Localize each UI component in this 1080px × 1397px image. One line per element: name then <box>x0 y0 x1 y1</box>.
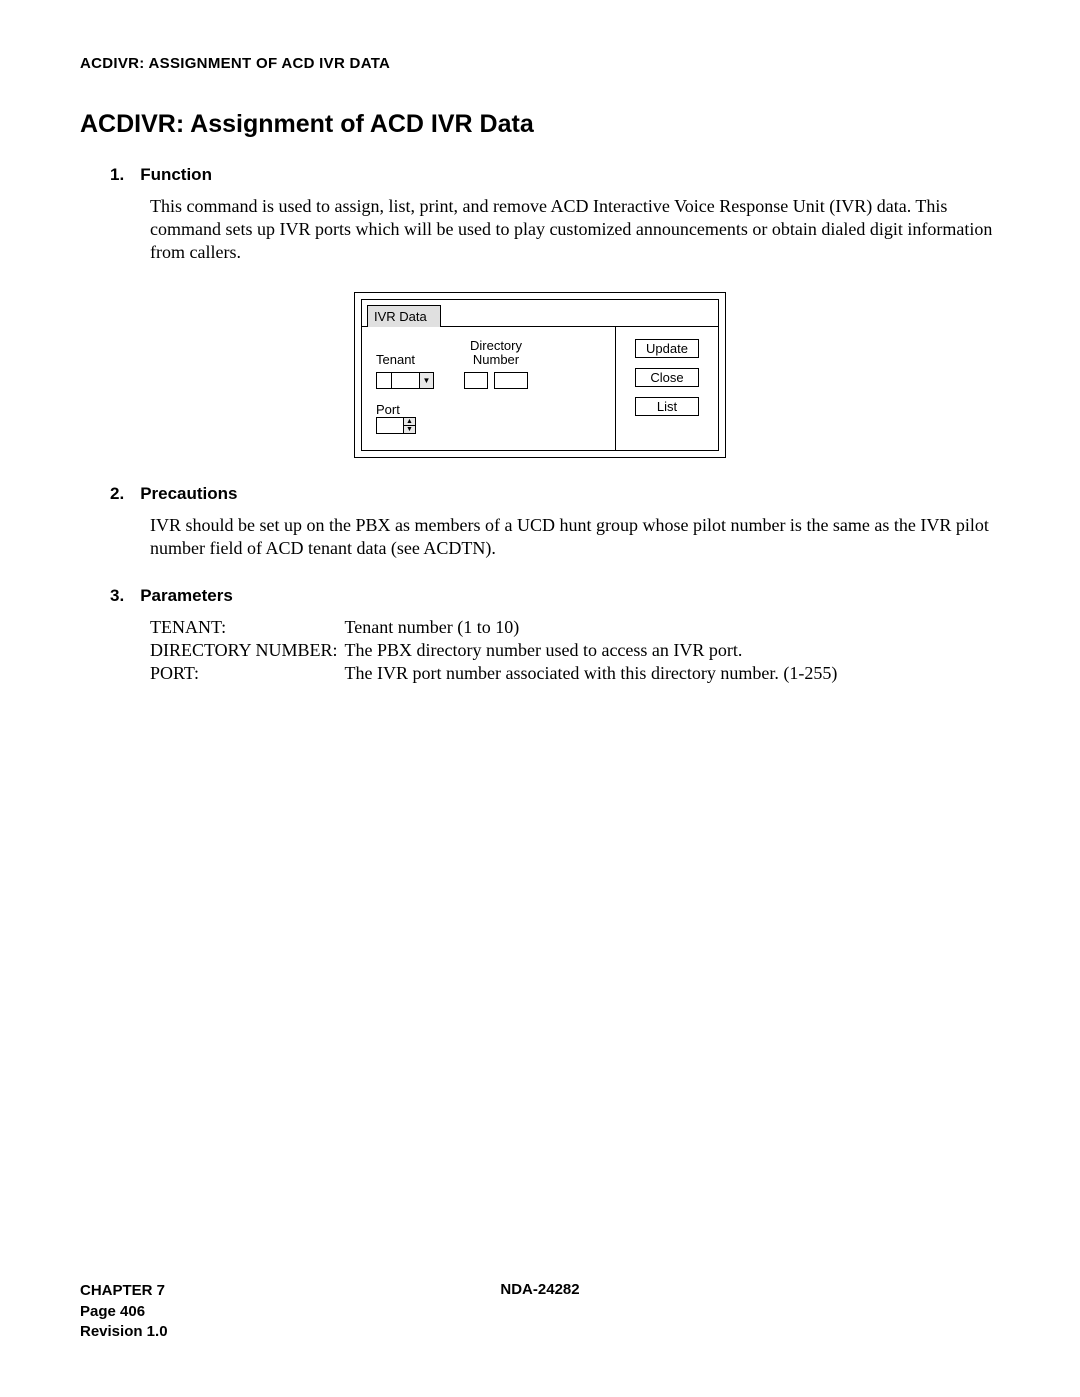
list-button[interactable]: List <box>635 397 699 416</box>
param-label: TENANT: <box>150 616 340 639</box>
directory-number-field[interactable] <box>464 372 528 389</box>
section-heading: Parameters <box>140 586 233 606</box>
close-button[interactable]: Close <box>635 368 699 387</box>
port-field[interactable]: ▲ ▼ <box>376 417 605 434</box>
param-desc: The IVR port number associated with this… <box>345 662 838 685</box>
tenant-field[interactable]: ▼ <box>376 372 434 389</box>
footer-docnum: NDA-24282 <box>80 1281 1000 1298</box>
section-body: This command is used to assign, list, pr… <box>80 195 1000 264</box>
quantity-stepper[interactable]: ▲ ▼ <box>404 417 416 434</box>
directory-label-line1: Directory <box>470 338 522 353</box>
chevron-down-icon[interactable]: ▼ <box>420 372 434 389</box>
ivr-tab[interactable]: IVR Data <box>367 305 441 327</box>
param-label: DIRECTORY NUMBER: <box>150 639 340 662</box>
param-desc: Tenant number (1 to 10) <box>345 616 520 639</box>
tenant-label: Tenant <box>376 353 434 367</box>
ivr-dialog: IVR Data Tenant ▼ <box>354 292 726 458</box>
param-label: PORT: <box>150 662 340 685</box>
directory-label-line2: Number <box>473 352 519 367</box>
section-body: IVR should be set up on the PBX as membe… <box>80 514 1000 560</box>
running-head: ACDIVR: ASSIGNMENT OF ACD IVR DATA <box>80 55 1000 72</box>
footer-page: Page 406 <box>80 1302 168 1322</box>
section-heading: Precautions <box>140 484 237 504</box>
chevron-down-icon[interactable]: ▼ <box>404 426 415 433</box>
param-desc: The PBX directory number used to access … <box>345 639 743 662</box>
footer-revision: Revision 1.0 <box>80 1322 168 1342</box>
chevron-up-icon[interactable]: ▲ <box>404 418 415 426</box>
page-title: ACDIVR: Assignment of ACD IVR Data <box>80 110 1000 139</box>
port-label: Port <box>376 403 605 417</box>
section-number: 1. <box>110 165 124 185</box>
section-number: 2. <box>110 484 124 504</box>
section-number: 3. <box>110 586 124 606</box>
section-heading: Function <box>140 165 212 185</box>
update-button[interactable]: Update <box>635 339 699 358</box>
